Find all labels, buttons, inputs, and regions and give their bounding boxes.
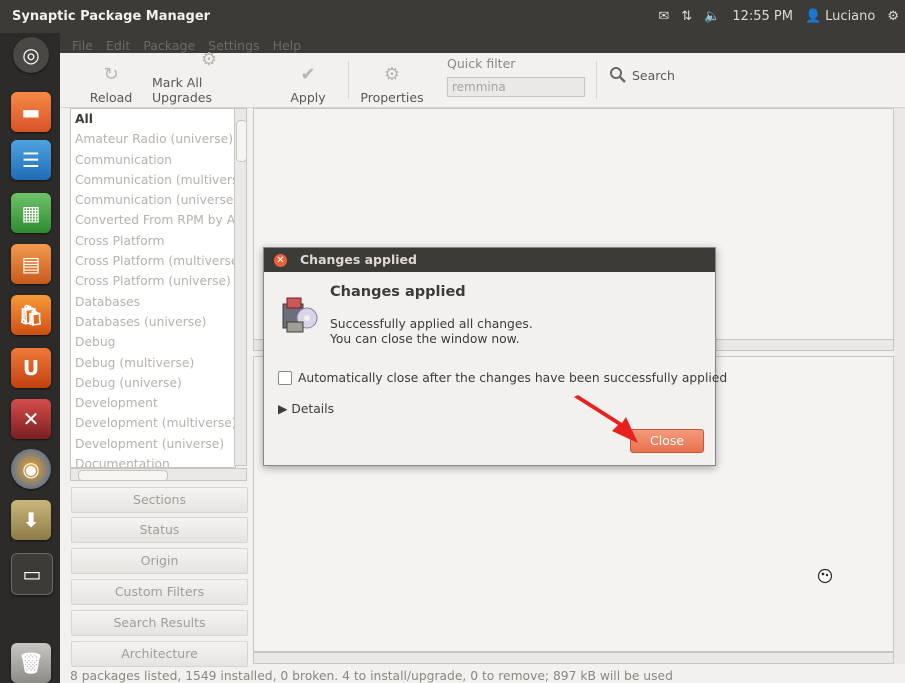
properties-button[interactable]: ⚙ Properties	[358, 53, 426, 113]
section-item[interactable]: Development	[71, 393, 235, 413]
description-hscrollbar[interactable]	[253, 652, 894, 664]
sections-vscroll-thumb[interactable]	[236, 120, 247, 162]
package-install-icon	[282, 297, 318, 333]
reload-label: Reload	[89, 90, 133, 105]
menu-file[interactable]: File	[72, 38, 93, 53]
details-expander[interactable]: ▶ Details	[278, 402, 334, 416]
impress-icon[interactable]: ▤	[11, 244, 51, 284]
search-icon	[610, 67, 626, 83]
writer-icon[interactable]: ☰	[11, 140, 51, 180]
status-filter-button[interactable]: Status	[71, 517, 248, 543]
calc-icon[interactable]: ▦	[11, 193, 51, 233]
section-item[interactable]: Cross Platform (universe)	[71, 271, 235, 291]
section-item[interactable]: Communication	[71, 150, 235, 170]
section-item[interactable]: Communication (multiverse)	[71, 170, 235, 190]
section-item[interactable]: Debug	[71, 332, 235, 352]
search-label: Search	[632, 67, 675, 83]
dialog-titlebar[interactable]: ✕ Changes applied	[264, 248, 715, 272]
volume-icon[interactable]: 🔈	[704, 9, 720, 24]
dialog-close-icon[interactable]: ✕	[274, 254, 287, 267]
apply-button[interactable]: ✔ Apply	[285, 53, 331, 113]
status-bar: 8 packages listed, 1549 installed, 0 bro…	[70, 669, 673, 683]
annotation-arrow-icon	[574, 395, 638, 443]
menu-package[interactable]: Package	[143, 38, 195, 53]
section-item[interactable]: Documentation	[71, 454, 235, 467]
menu-help[interactable]: Help	[273, 38, 302, 53]
details-label: Details	[291, 402, 335, 416]
properties-label: Properties	[360, 90, 424, 105]
section-item[interactable]: Databases (universe)	[71, 312, 235, 332]
search-results-button[interactable]: Search Results	[71, 610, 248, 636]
dialog-heading: Changes applied	[330, 284, 466, 300]
clock[interactable]: 12:55 PM	[732, 9, 793, 24]
section-item[interactable]: Development (multiverse)	[71, 413, 235, 433]
ubuntu-one-icon[interactable]: U	[11, 348, 51, 388]
architecture-filter-button[interactable]: Architecture	[71, 641, 248, 667]
software-center-icon[interactable]: 🛍	[11, 295, 51, 335]
synaptic-icon[interactable]: ⬇	[11, 500, 51, 540]
changes-applied-dialog: ✕ Changes applied Changes applied Succes…	[263, 247, 727, 466]
upgrade-icon: ⚙	[200, 49, 218, 70]
mark-all-label: Mark All Upgrades	[152, 75, 212, 105]
reload-button[interactable]: ↻ Reload	[88, 53, 134, 113]
sections-list: All Amateur Radio (universe) Communication…	[70, 108, 236, 468]
expander-triangle-icon: ▶	[278, 402, 288, 416]
quick-filter-label: Quick filter	[447, 56, 516, 71]
section-item[interactable]: Databases	[71, 292, 235, 312]
dialog-window-title: Changes applied	[300, 252, 417, 267]
trash-icon[interactable]: 🗑	[11, 643, 51, 683]
section-item[interactable]: Cross Platform (multiverse)	[71, 251, 235, 271]
sections-filter-button[interactable]: Sections	[71, 487, 248, 513]
dialog-message-line2: You can close the window now.	[330, 332, 520, 346]
app-title: Synaptic Package Manager	[12, 9, 211, 24]
network-icon[interactable]: ⇅	[681, 9, 692, 24]
section-item[interactable]: Converted From RPM by Alien	[71, 210, 235, 230]
user-icon: 👤	[804, 9, 822, 24]
mark-all-upgrades-button[interactable]: ⚙ Mark All Upgrades	[152, 49, 266, 113]
mail-icon[interactable]: ✉	[658, 9, 669, 24]
section-item[interactable]: Amateur Radio (universe)	[71, 129, 235, 149]
search-button[interactable]: Search	[609, 66, 675, 84]
system-settings-icon[interactable]: ✕	[11, 399, 51, 439]
menubar: File Edit Package Settings Help	[60, 33, 905, 53]
settings-gear-icon[interactable]: ⚙	[887, 9, 899, 24]
reload-icon: ↻	[103, 64, 119, 85]
properties-icon: ⚙	[383, 64, 401, 85]
sections-hscroll-thumb[interactable]	[78, 470, 168, 481]
section-item[interactable]: Debug (multiverse)	[71, 353, 235, 373]
section-item[interactable]: Debug (universe)	[71, 373, 235, 393]
apply-label: Apply	[290, 90, 326, 105]
user-menu[interactable]: 👤 Luciano	[805, 9, 875, 24]
dash-home-icon[interactable]: ◎	[13, 37, 49, 73]
custom-filters-button[interactable]: Custom Filters	[71, 579, 248, 605]
right-scroll-track[interactable]	[894, 108, 905, 664]
auto-close-checkbox[interactable]: Automatically close after the changes ha…	[278, 371, 727, 385]
quick-filter-input[interactable]: remmina	[447, 77, 585, 97]
user-name: Luciano	[825, 9, 876, 24]
menu-edit[interactable]: Edit	[106, 38, 130, 53]
launcher: ◎ ▬ ☰ ▦ ▤ 🛍 U ✕ ◉ ⬇ ▭ 🗑	[0, 33, 60, 683]
origin-filter-button[interactable]: Origin	[71, 548, 248, 574]
section-item[interactable]: Communication (universe)	[71, 190, 235, 210]
indicator-area: ✉ ⇅ 🔈 12:55 PM 👤 Luciano ⚙	[658, 0, 905, 33]
apply-check-icon: ✔	[300, 64, 316, 85]
section-item[interactable]: Cross Platform	[71, 231, 235, 251]
section-item[interactable]: All	[71, 109, 235, 129]
files-icon[interactable]: ▬	[11, 92, 51, 132]
section-item[interactable]: Development (universe)	[71, 434, 235, 454]
dialog-message-line1: Successfully applied all changes.	[330, 317, 533, 331]
checkbox-box[interactable]	[278, 371, 292, 385]
busy-cursor-icon	[817, 568, 833, 584]
top-panel: Synaptic Package Manager ✉ ⇅ 🔈 12:55 PM …	[0, 0, 905, 33]
toolbar-separator	[348, 61, 349, 99]
workspace-switcher-icon[interactable]: ▭	[11, 553, 53, 595]
firefox-icon[interactable]: ◉	[11, 449, 51, 489]
auto-close-label: Automatically close after the changes ha…	[298, 371, 728, 385]
toolbar-separator	[596, 61, 597, 99]
